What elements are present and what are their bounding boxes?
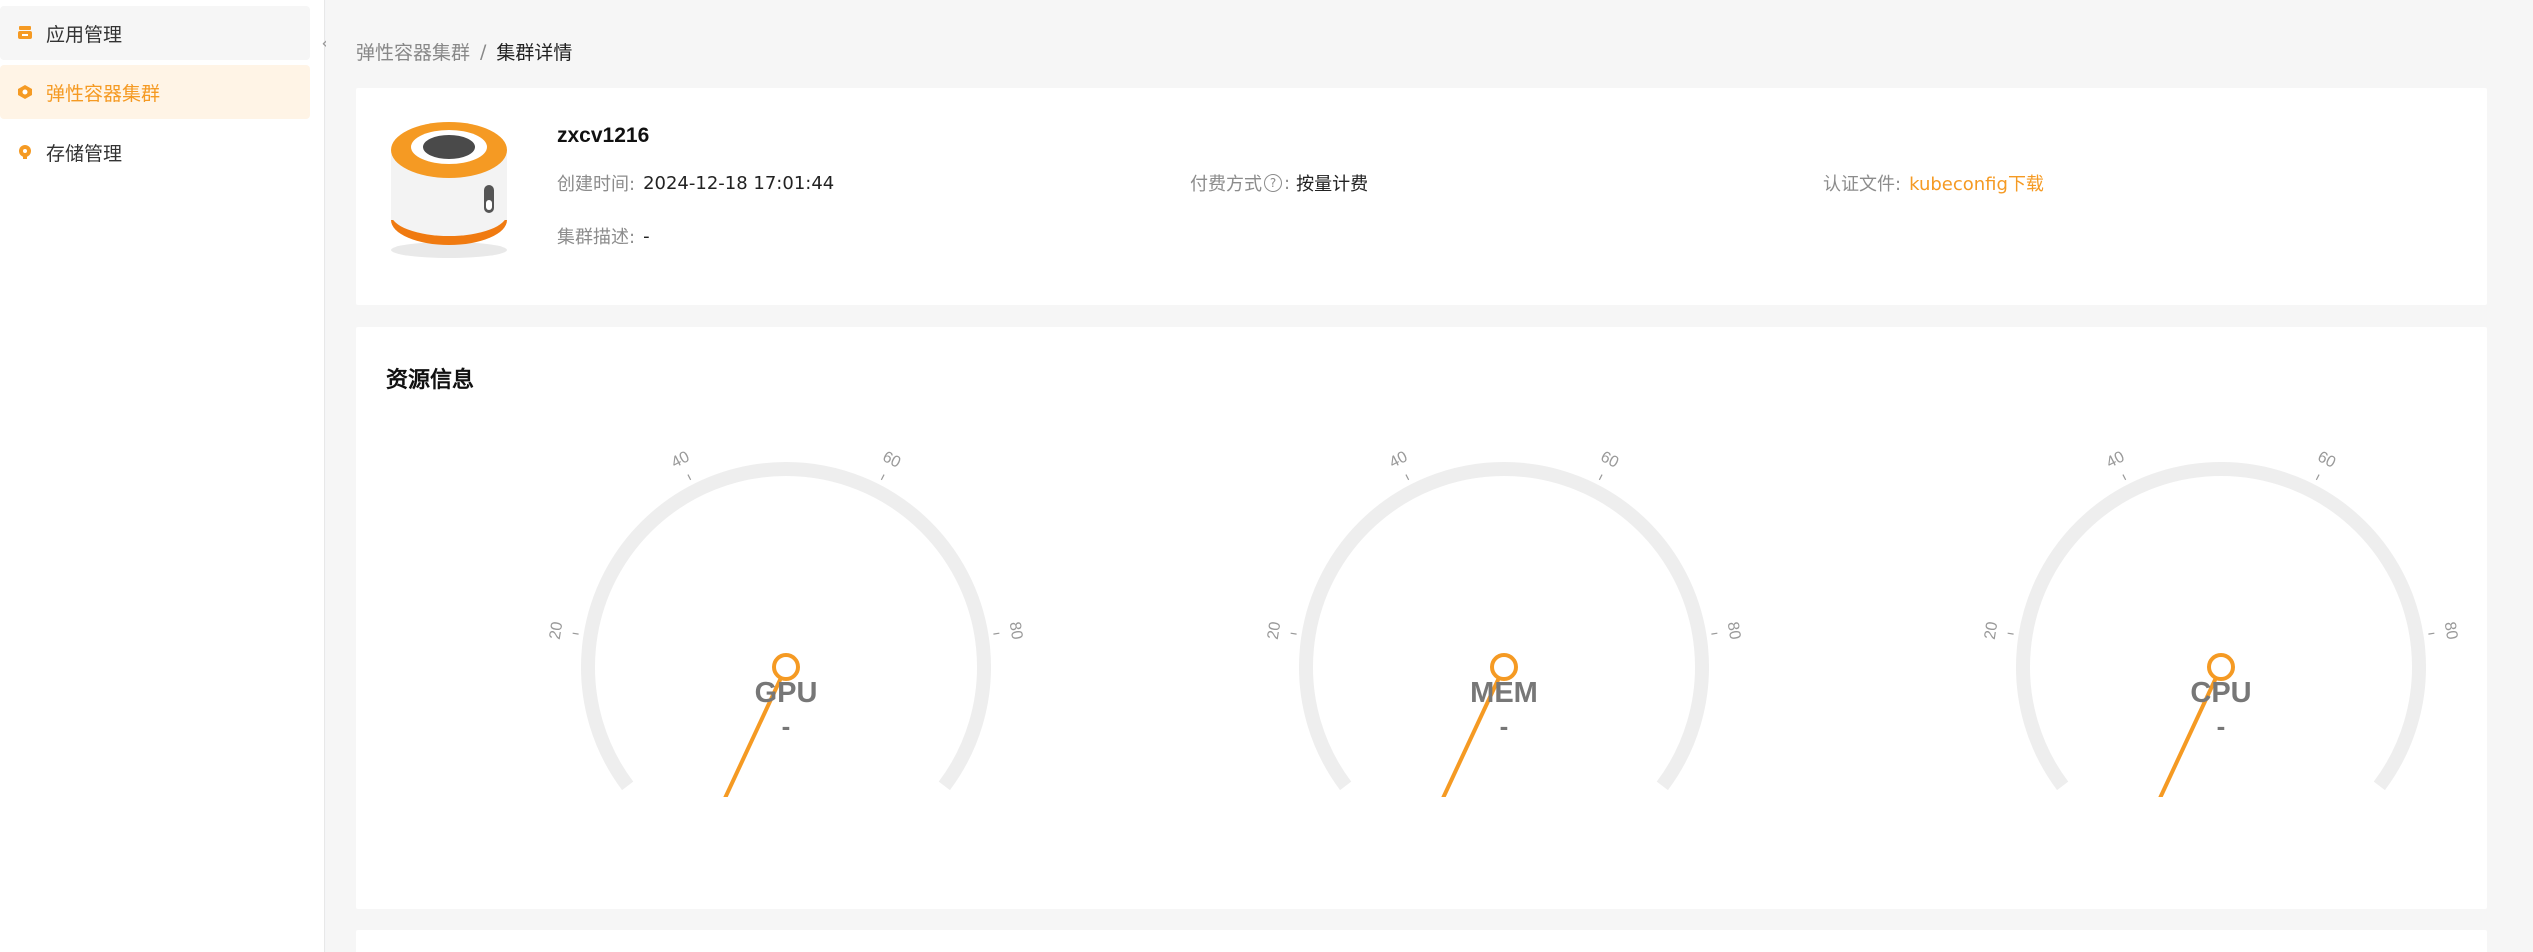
auth-file-label: 认证文件: (1823, 174, 1902, 195)
created-time-value: 2024-12-18 17:01:44 (643, 172, 835, 194)
sidebar-item-elastic-cluster[interactable]: 弹性容器集群 (0, 65, 310, 119)
billing-label: 付费方式 (1190, 174, 1262, 195)
main-content: 弹性容器集群 / 集群详情 zxcv1216 创建时间: 2024-12-18 … (326, 0, 2533, 952)
gauge-tick-label: 60 (880, 448, 904, 471)
gauge-tick (880, 474, 885, 481)
gauge-tick-label: 80 (1006, 621, 1026, 641)
gauge-value: - (2217, 711, 2226, 741)
question-icon[interactable]: ? (1264, 174, 1282, 192)
resource-info-card: 资源信息 020406080100GPU- 020406080100MEM- 0… (356, 327, 2487, 909)
created-time-label: 创建时间: (557, 174, 636, 195)
gauge-tick-label: 60 (2315, 448, 2339, 471)
gauge-value: - (782, 711, 791, 741)
gauge-svg: 020406080100CPU- (1982, 448, 2461, 846)
gauge-svg: 020406080100MEM- (1265, 448, 1744, 846)
cluster-icon (16, 83, 34, 101)
created-time-field: 创建时间: 2024-12-18 17:01:44 (557, 170, 834, 196)
gauge-tick (572, 632, 579, 635)
gauge-tick (1598, 474, 1603, 481)
gauge-value: - (1500, 711, 1509, 741)
gauge-tick (1405, 474, 1410, 481)
gauge-hub (1490, 653, 1518, 681)
gauge-tick (2007, 632, 2014, 635)
kubeconfig-download-link[interactable]: kubeconfig下载 (1909, 170, 2044, 196)
billing-value: 按量计费 (1296, 174, 1369, 195)
billing-separator: : (1284, 172, 1291, 194)
mem-gauge: 020406080100MEM- (1224, 437, 1784, 846)
sidebar-item-storage-management[interactable]: 存储管理 (0, 125, 310, 179)
gauge-hub (2207, 653, 2235, 681)
gauge-tick-label: 40 (1387, 448, 1411, 471)
next-section-card (356, 930, 2487, 952)
gauge-tick (993, 632, 1000, 635)
cpu-gauge: 020406080100CPU- (1941, 437, 2501, 846)
gauge-tick (2428, 632, 2435, 635)
cluster-name: zxcv1216 (557, 124, 650, 147)
description-value: - (643, 225, 650, 247)
gauge-svg: 020406080100GPU- (547, 448, 1026, 846)
gauge-tick-label: 80 (1724, 621, 1744, 641)
gauge-tick-label: 60 (1598, 448, 1622, 471)
sidebar-item-label: 弹性容器集群 (46, 82, 161, 105)
gauge-hub (772, 653, 800, 681)
sidebar: 应用管理 弹性容器集群 存储管理 ‹ (0, 0, 329, 952)
breadcrumb: 弹性容器集群 / 集群详情 (356, 38, 572, 65)
gauge-tick-label: 80 (2441, 621, 2461, 641)
gauge-tick (687, 474, 692, 481)
sidebar-item-label: 存储管理 (46, 142, 123, 165)
breadcrumb-parent[interactable]: 弹性容器集群 (356, 38, 470, 65)
gpu-gauge: 020406080100GPU- (506, 437, 1066, 846)
cluster-logo-icon (386, 110, 512, 260)
gauge-name: CPU (2190, 677, 2251, 709)
gauge-tick-label: 20 (1982, 620, 2002, 640)
gauge-tick-label: 20 (1265, 620, 1285, 640)
description-label: 集群描述: (557, 227, 636, 248)
gauge-tick (1711, 632, 1718, 635)
auth-file-field: 认证文件: kubeconfig下载 (1823, 170, 2044, 196)
breadcrumb-current: 集群详情 (496, 42, 573, 64)
app-icon (16, 24, 34, 42)
cluster-description-field: 集群描述: - (557, 223, 650, 249)
app-root: 应用管理 弹性容器集群 存储管理 ‹ 弹性容器集群 / 集群详情 zxcv121… (0, 0, 2533, 952)
gauge-tick-label: 40 (669, 448, 693, 471)
gauge-tick-label: 40 (2104, 448, 2128, 471)
section-title: 资源信息 (386, 368, 475, 393)
gauge-tick (2315, 474, 2320, 481)
gauge-name: MEM (1470, 677, 1538, 709)
sidebar-item-label: 应用管理 (46, 23, 123, 46)
storage-icon (16, 143, 34, 161)
billing-field: 付费方式 ? : 按量计费 (1190, 170, 1368, 196)
gauge-name: GPU (755, 677, 818, 709)
gauge-tick (2122, 474, 2127, 481)
breadcrumb-separator: / (480, 40, 487, 63)
sidebar-item-app-management[interactable]: 应用管理 (0, 6, 310, 60)
gauge-tick (1290, 632, 1297, 635)
gauge-tick-label: 20 (547, 620, 567, 640)
cluster-info-card: zxcv1216 创建时间: 2024-12-18 17:01:44 付费方式 … (356, 88, 2487, 305)
